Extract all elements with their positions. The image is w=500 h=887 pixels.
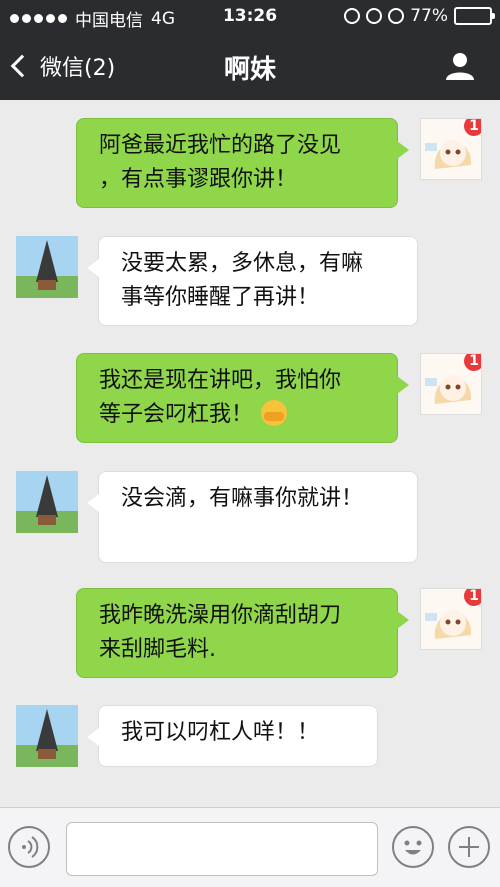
message-row: 阿爸最近我忙的路了没见 ，有点事谬跟你讲！ 1 xyxy=(0,118,500,208)
navigation-bar: 微信(2) 啊妹 xyxy=(0,34,500,100)
more-button[interactable] xyxy=(448,826,490,868)
contact-avatar[interactable] xyxy=(16,471,78,533)
contact-avatar[interactable] xyxy=(16,705,78,767)
message-bubble[interactable]: 阿爸最近我忙的路了没见 ，有点事谬跟你讲！ xyxy=(76,118,409,208)
my-avatar[interactable]: 1 xyxy=(420,588,482,650)
voice-icon xyxy=(22,836,39,858)
unread-badge: 1 xyxy=(463,589,481,607)
battery-icon xyxy=(454,7,495,25)
message-line: 没会滴，有嘛事你就讲！ xyxy=(121,486,364,511)
status-bar: 中国电信 4G 13:26 77% xyxy=(0,0,500,34)
user-icon[interactable] xyxy=(444,50,476,82)
message-bubble[interactable]: 我可以叼杠人咩！！ xyxy=(87,705,378,767)
status-right: 77% xyxy=(344,6,495,26)
lock-rotation-icon xyxy=(366,8,383,24)
drum-tower-avatar-icon xyxy=(16,705,78,767)
message-bubble[interactable]: 没要太累，多休息，有嘛 事等你睡醒了再讲！ xyxy=(87,236,418,326)
message-line: 来刮脚毛料. xyxy=(99,637,216,662)
drum-tower-avatar-icon xyxy=(16,471,78,533)
message-bubble[interactable]: 没会滴，有嘛事你就讲！ xyxy=(87,471,418,563)
message-row: 我还是现在讲吧，我怕你 等子会叼杠我！ 1 xyxy=(0,353,500,443)
battery-percent: 77% xyxy=(410,6,448,26)
message-bubble[interactable]: 我还是现在讲吧，我怕你 等子会叼杠我！ xyxy=(76,353,409,443)
chat-area[interactable]: 阿爸最近我忙的路了没见 ，有点事谬跟你讲！ 1 没要太累，多休息，有嘛 事等你睡… xyxy=(0,100,500,807)
alarm-icon xyxy=(388,8,405,24)
message-bubble[interactable]: 我昨晚洗澡用你滴刮胡刀 来刮脚毛料. xyxy=(76,588,409,678)
message-line: 等子会叼杠我！ xyxy=(99,402,254,427)
message-line: 事等你睡醒了再讲！ xyxy=(121,285,320,310)
message-line: 我还是现在讲吧，我怕你 xyxy=(99,368,342,393)
message-input[interactable] xyxy=(66,822,378,876)
message-line: 我可以叼杠人咩！！ xyxy=(121,720,320,745)
emoji-button[interactable] xyxy=(392,826,434,868)
message-line: 阿爸最近我忙的路了没见 xyxy=(99,133,342,158)
message-row: 没会滴，有嘛事你就讲！ xyxy=(0,471,500,563)
smiley-icon xyxy=(404,840,422,855)
message-row: 没要太累，多休息，有嘛 事等你睡醒了再讲！ xyxy=(0,236,500,326)
message-row: 我昨晚洗澡用你滴刮胡刀 来刮脚毛料. 1 xyxy=(0,588,500,678)
message-line-with-emoji: 等子会叼杠我！ xyxy=(99,398,379,432)
my-avatar[interactable]: 1 xyxy=(420,118,482,180)
my-avatar[interactable]: 1 xyxy=(420,353,482,415)
input-bar xyxy=(0,807,500,887)
chat-title: 啊妹 xyxy=(223,55,276,85)
unread-badge: 1 xyxy=(463,354,481,372)
sync-icon xyxy=(344,8,361,24)
plus-icon xyxy=(459,837,479,857)
drum-tower-avatar-icon xyxy=(16,236,78,298)
message-line: 我昨晚洗澡用你滴刮胡刀 xyxy=(99,603,342,628)
unread-badge: 1 xyxy=(463,119,481,137)
voice-button[interactable] xyxy=(8,826,50,868)
contact-avatar[interactable] xyxy=(16,236,78,298)
message-row: 我可以叼杠人咩！！ xyxy=(0,705,500,771)
message-line: 没要太累，多休息，有嘛 xyxy=(121,251,364,276)
message-line: ，有点事谬跟你讲！ xyxy=(99,167,298,192)
embarrassed-emoji-icon xyxy=(261,400,288,426)
top-bar: 中国电信 4G 13:26 77% 微信(2) 啊妹 xyxy=(0,0,500,100)
